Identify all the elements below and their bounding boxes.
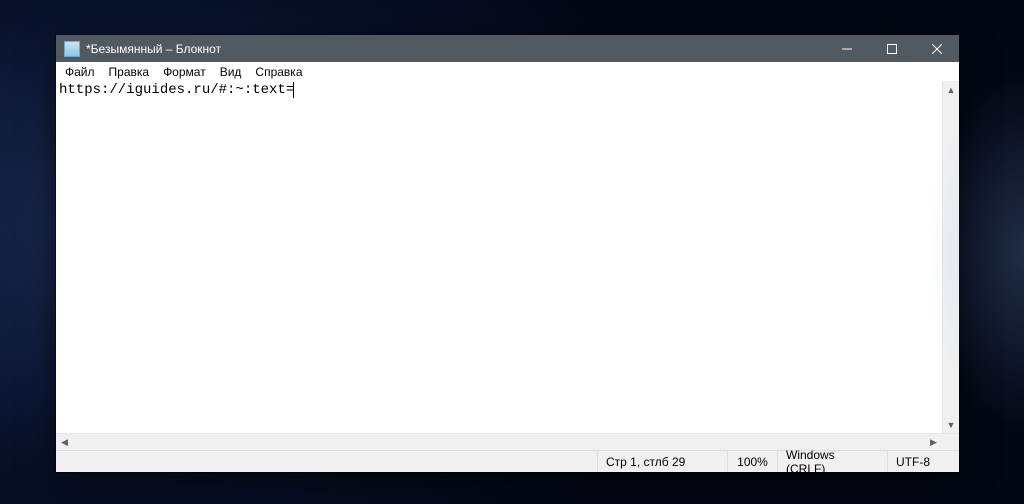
menu-file[interactable]: Файл <box>58 63 102 81</box>
horizontal-scrollbar[interactable]: ◀ ▶ <box>56 433 959 450</box>
minimize-icon <box>842 44 852 54</box>
status-spacer <box>56 451 597 472</box>
menu-view[interactable]: Вид <box>213 63 249 81</box>
app-icon <box>64 41 80 57</box>
statusbar: Стр 1, стлб 29 100% Windows (CRLF) UTF-8 <box>56 450 959 472</box>
editor-area: https://iguides.ru/#:~:text= ▲ ▼ <box>56 81 959 433</box>
close-button[interactable] <box>914 35 959 62</box>
status-position: Стр 1, стлб 29 <box>597 451 727 472</box>
hscroll-track[interactable] <box>73 434 925 450</box>
menu-format[interactable]: Формат <box>156 63 213 81</box>
status-zoom: 100% <box>727 451 777 472</box>
vertical-scrollbar[interactable]: ▲ ▼ <box>942 81 959 433</box>
titlebar[interactable]: *Безымянный – Блокнот <box>56 35 959 62</box>
status-line-ending: Windows (CRLF) <box>777 451 887 472</box>
maximize-button[interactable] <box>869 35 914 62</box>
window-title: *Безымянный – Блокнот <box>86 42 824 56</box>
close-icon <box>932 44 942 54</box>
scroll-up-arrow-icon[interactable]: ▲ <box>943 81 959 98</box>
scrollbar-corner <box>942 434 959 450</box>
menu-help[interactable]: Справка <box>248 63 309 81</box>
scroll-left-arrow-icon[interactable]: ◀ <box>56 434 73 450</box>
minimize-button[interactable] <box>824 35 869 62</box>
window-controls <box>824 35 959 62</box>
editor-content: https://iguides.ru/#:~:text= <box>59 82 294 98</box>
notepad-window: *Безымянный – Блокнот Файл Правка Формат… <box>56 35 959 472</box>
scroll-down-arrow-icon[interactable]: ▼ <box>943 416 959 433</box>
text-caret <box>293 82 294 98</box>
status-encoding: UTF-8 <box>887 451 959 472</box>
scroll-right-arrow-icon[interactable]: ▶ <box>925 434 942 450</box>
maximize-icon <box>887 44 897 54</box>
text-editor[interactable]: https://iguides.ru/#:~:text= <box>56 81 942 433</box>
menubar: Файл Правка Формат Вид Справка <box>56 62 959 81</box>
menu-edit[interactable]: Правка <box>102 63 157 81</box>
